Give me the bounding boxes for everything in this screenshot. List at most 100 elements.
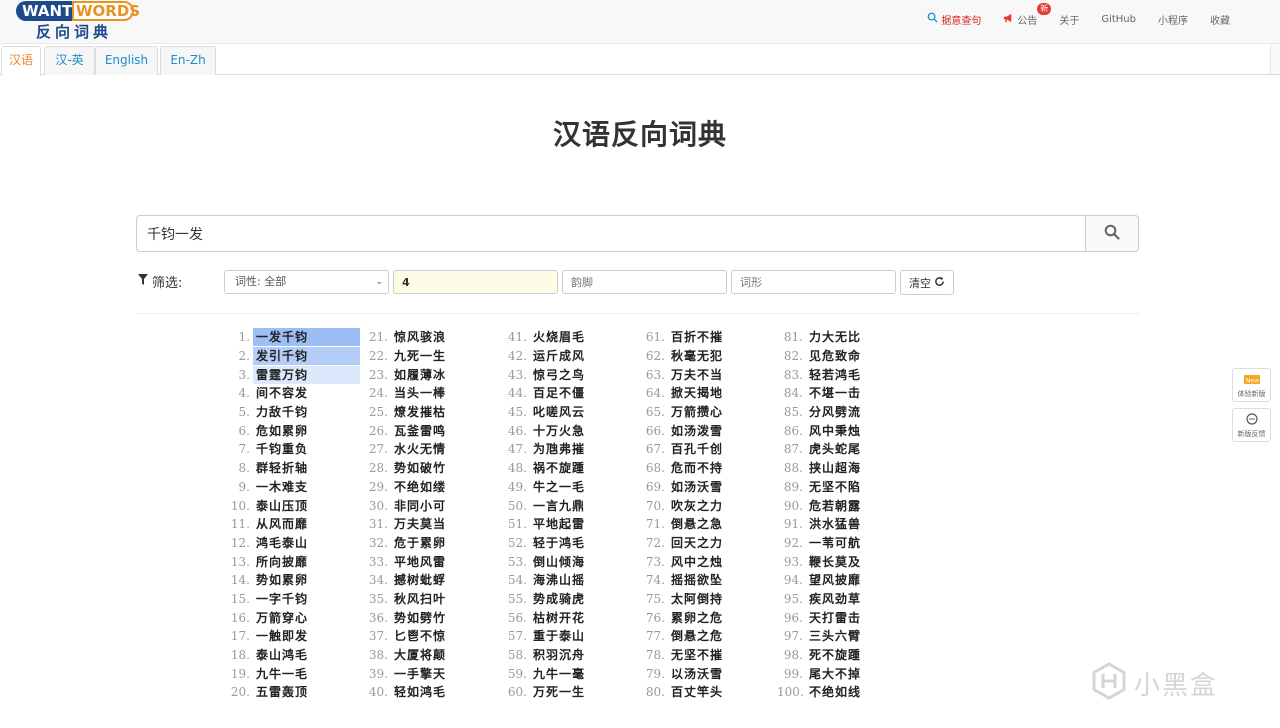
result-item[interactable]: 70. 吹灰之力 (645, 496, 785, 515)
result-word[interactable]: 一发千钧 (253, 328, 360, 347)
result-item[interactable]: 42. 运斤成风 (507, 347, 647, 366)
result-item[interactable]: 77. 倒悬之危 (645, 627, 785, 646)
result-word[interactable]: 掀天揭地 (668, 384, 775, 402)
result-item[interactable]: 78. 无坚不摧 (645, 646, 785, 665)
result-item[interactable]: 8. 群轻折轴 (230, 459, 370, 478)
result-item[interactable]: 72. 回天之力 (645, 534, 785, 553)
result-item[interactable]: 25. 燎发摧枯 (368, 403, 508, 422)
result-item[interactable]: 28. 势如破竹 (368, 459, 508, 478)
result-item[interactable]: 65. 万箭攒心 (645, 403, 785, 422)
result-word[interactable]: 重于泰山 (530, 627, 637, 645)
result-item[interactable]: 32. 危于累卵 (368, 534, 508, 553)
result-item[interactable]: 7. 千钧重负 (230, 440, 370, 459)
result-item[interactable]: 87. 虎头蛇尾 (783, 440, 923, 459)
result-item[interactable]: 50. 一言九鼎 (507, 496, 647, 515)
result-word[interactable]: 千钧重负 (253, 440, 360, 458)
result-item[interactable]: 63. 万夫不当 (645, 365, 785, 384)
result-word[interactable]: 所向披靡 (253, 553, 360, 571)
result-item[interactable]: 36. 势如劈竹 (368, 608, 508, 627)
nav-favorites[interactable]: 收藏 (1210, 12, 1230, 27)
result-word[interactable]: 分风劈流 (806, 403, 913, 421)
result-word[interactable]: 牛之一毛 (530, 478, 637, 496)
result-item[interactable]: 17. 一触即发 (230, 627, 370, 646)
result-item[interactable]: 96. 天打雷击 (783, 608, 923, 627)
result-word[interactable]: 百丈竿头 (668, 683, 775, 701)
result-word[interactable]: 风中之烛 (668, 553, 775, 571)
result-word[interactable]: 三头六臂 (806, 627, 913, 645)
result-item[interactable]: 39. 一手擎天 (368, 664, 508, 683)
result-item[interactable]: 83. 轻若鸿毛 (783, 365, 923, 384)
result-word[interactable]: 势如劈竹 (391, 609, 498, 627)
result-word[interactable]: 危于累卵 (391, 534, 498, 552)
result-item[interactable]: 61. 百折不摧 (645, 328, 785, 347)
result-item[interactable]: 20. 五雷轰顶 (230, 683, 370, 702)
result-word[interactable]: 鸿毛泰山 (253, 534, 360, 552)
result-item[interactable]: 59. 九牛一毫 (507, 664, 647, 683)
result-word[interactable]: 见危致命 (806, 347, 913, 365)
result-word[interactable]: 轻若鸿毛 (806, 366, 913, 384)
result-item[interactable]: 64. 掀天揭地 (645, 384, 785, 403)
result-word[interactable]: 惊弓之鸟 (530, 366, 637, 384)
clear-button[interactable]: 清空 (900, 270, 954, 295)
result-item[interactable]: 47. 为虺弗摧 (507, 440, 647, 459)
result-word[interactable]: 瓦釜雷鸣 (391, 422, 498, 440)
result-item[interactable]: 60. 万死一生 (507, 683, 647, 702)
result-item[interactable]: 92. 一苇可航 (783, 534, 923, 553)
result-item[interactable]: 41. 火烧眉毛 (507, 328, 647, 347)
result-item[interactable]: 21. 惊风骇浪 (368, 328, 508, 347)
result-word[interactable]: 海沸山摇 (530, 571, 637, 589)
result-word[interactable]: 太阿倒持 (668, 590, 775, 608)
result-item[interactable]: 84. 不堪一击 (783, 384, 923, 403)
result-word[interactable]: 平地风雷 (391, 553, 498, 571)
result-word[interactable]: 无坚不摧 (668, 646, 775, 664)
result-item[interactable]: 89. 无坚不陷 (783, 478, 923, 497)
result-item[interactable]: 2. 发引千钧 (230, 347, 370, 366)
result-item[interactable]: 68. 危而不持 (645, 459, 785, 478)
result-word[interactable]: 死不旋踵 (806, 646, 913, 664)
result-word[interactable]: 匕鬯不惊 (391, 627, 498, 645)
pos-select[interactable]: 词性: 全部 ⌄ (224, 270, 389, 294)
wantwords-logo[interactable]: WANT WORDS 反向词典 (16, 1, 140, 41)
result-word[interactable]: 一字千钧 (253, 590, 360, 608)
result-word[interactable]: 撼树蚍蜉 (391, 571, 498, 589)
result-item[interactable]: 18. 泰山鸿毛 (230, 646, 370, 665)
result-word[interactable]: 平地起雷 (530, 515, 637, 533)
result-item[interactable]: 10. 泰山压顶 (230, 496, 370, 515)
result-item[interactable]: 95. 疾风劲草 (783, 590, 923, 609)
result-item[interactable]: 51. 平地起雷 (507, 515, 647, 534)
nav-sentence-search[interactable]: 据意查句 (927, 12, 981, 27)
result-item[interactable]: 3. 雷霆万钧 (230, 365, 370, 384)
result-item[interactable]: 81. 力大无比 (783, 328, 923, 347)
result-word[interactable]: 九牛一毫 (530, 665, 637, 683)
result-word[interactable]: 一触即发 (253, 627, 360, 645)
result-item[interactable]: 15. 一字千钧 (230, 590, 370, 609)
result-item[interactable]: 66. 如汤泼雪 (645, 421, 785, 440)
result-item[interactable]: 23. 如履薄冰 (368, 365, 508, 384)
result-word[interactable]: 叱嗟风云 (530, 403, 637, 421)
result-word[interactable]: 火烧眉毛 (530, 328, 637, 346)
result-item[interactable]: 73. 风中之烛 (645, 552, 785, 571)
result-word[interactable]: 九死一生 (391, 347, 498, 365)
result-word[interactable]: 万箭攒心 (668, 403, 775, 421)
result-word[interactable]: 倒悬之急 (668, 515, 775, 533)
result-item[interactable]: 90. 危若朝露 (783, 496, 923, 515)
result-word[interactable]: 鞭长莫及 (806, 553, 913, 571)
result-word[interactable]: 以汤沃雪 (668, 665, 775, 683)
result-word[interactable]: 当头一棒 (391, 384, 498, 402)
result-item[interactable]: 56. 枯树开花 (507, 608, 647, 627)
result-word[interactable]: 力敌千钧 (253, 403, 360, 421)
result-word[interactable]: 天打雷击 (806, 609, 913, 627)
result-word[interactable]: 虎头蛇尾 (806, 440, 913, 458)
result-word[interactable]: 挟山超海 (806, 459, 913, 477)
result-item[interactable]: 29. 不绝如缕 (368, 478, 508, 497)
nav-mini-program[interactable]: 小程序 (1158, 12, 1188, 27)
result-word[interactable]: 洪水猛兽 (806, 515, 913, 533)
result-item[interactable]: 80. 百丈竿头 (645, 683, 785, 702)
result-word[interactable]: 摇摇欲坠 (668, 571, 775, 589)
result-word[interactable]: 间不容发 (253, 384, 360, 402)
result-word[interactable]: 轻于鸿毛 (530, 534, 637, 552)
result-word[interactable]: 无坚不陷 (806, 478, 913, 496)
tab-english[interactable]: English (95, 46, 158, 75)
result-word[interactable]: 势如累卵 (253, 571, 360, 589)
result-word[interactable]: 雷霆万钧 (253, 365, 360, 384)
